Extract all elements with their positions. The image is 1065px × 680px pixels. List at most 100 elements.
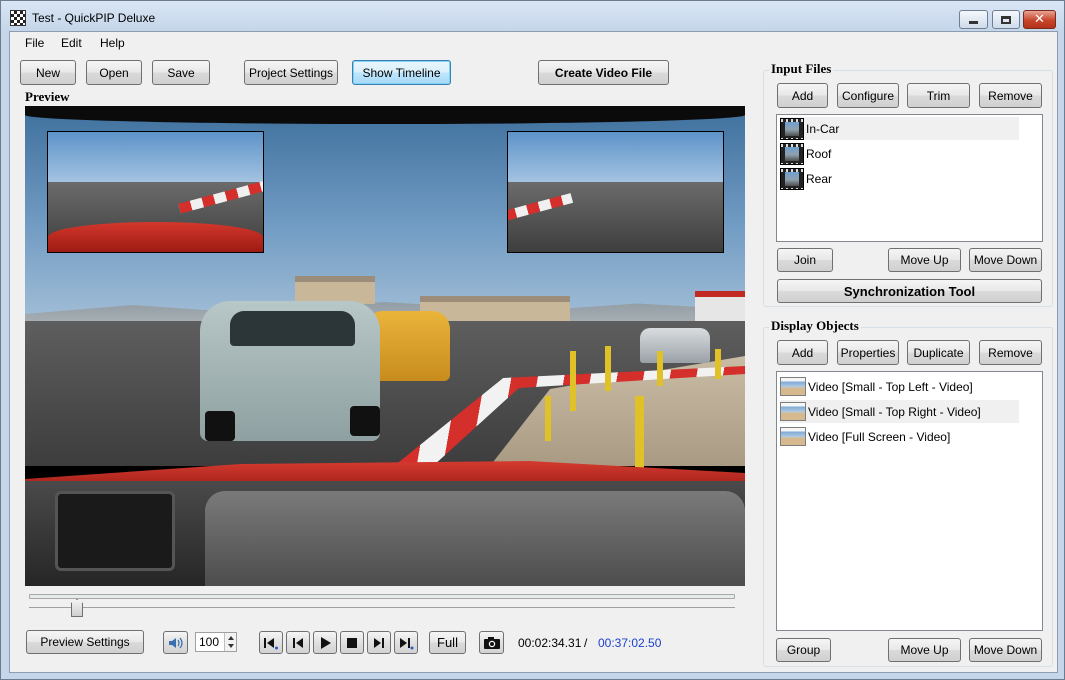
total-time: 00:37:02.50 (598, 636, 662, 650)
play-button[interactable] (313, 631, 337, 654)
display-objects-title: Display Objects (769, 318, 861, 334)
list-item[interactable]: Roof (780, 142, 1019, 165)
stepper-down-icon[interactable] (228, 644, 234, 648)
pip-hood (48, 222, 263, 252)
full-screen-button[interactable]: Full (429, 631, 466, 654)
preview-roof-edge (25, 106, 745, 124)
volume-value: 100 (199, 635, 220, 649)
menu-file[interactable]: File (22, 36, 47, 50)
maximize-button[interactable] (992, 10, 1020, 29)
play-icon (321, 636, 331, 649)
preview-gauge (55, 491, 175, 571)
window-title: Test - QuickPIP Deluxe (32, 11, 156, 25)
display-add-button[interactable]: Add (777, 340, 828, 365)
display-object-label: Video [Small - Top Right - Video] (808, 404, 981, 419)
step-forward-button[interactable] (367, 631, 391, 654)
snapshot-button[interactable] (479, 631, 504, 654)
minimize-icon (969, 21, 978, 24)
menu-help[interactable]: Help (97, 36, 128, 50)
synchronization-tool-button[interactable]: Synchronization Tool (777, 279, 1042, 303)
menu-edit[interactable]: Edit (58, 36, 85, 50)
input-move-down-button[interactable]: Move Down (969, 248, 1042, 272)
list-item[interactable]: Video [Small - Top Right - Video] (780, 400, 1019, 423)
app-logo-icon (10, 10, 26, 26)
time-separator: / (584, 636, 588, 650)
speaker-icon (168, 637, 183, 648)
timeline-slider-base (29, 607, 735, 608)
video-layout-icon (780, 427, 806, 446)
timeline-slider-thumb[interactable] (71, 599, 83, 617)
preview-pole (545, 396, 551, 441)
pip-top-left[interactable] (47, 131, 264, 253)
preview-settings-button[interactable]: Preview Settings (26, 630, 144, 654)
input-configure-button[interactable]: Configure (837, 83, 899, 108)
display-object-label: Video [Full Screen - Video] (808, 429, 951, 444)
create-video-file-button[interactable]: Create Video File (538, 60, 669, 85)
display-duplicate-button[interactable]: Duplicate (907, 340, 970, 365)
volume-stepper-arrows[interactable] (224, 633, 236, 651)
group-button[interactable]: Group (776, 638, 831, 662)
open-button[interactable]: Open (86, 60, 142, 85)
minimize-button[interactable] (959, 10, 988, 29)
title-bar[interactable]: Test - QuickPIP Deluxe ✕ (1, 1, 1064, 33)
input-move-up-button[interactable]: Move Up (888, 248, 961, 272)
go-to-start-button[interactable] (259, 631, 283, 654)
menu-bar: File Edit Help (10, 32, 1057, 54)
preview-pole (570, 351, 576, 411)
show-timeline-button[interactable]: Show Timeline (352, 60, 451, 85)
display-objects-list[interactable]: Video [Small - Top Left - Video] Video [… (776, 371, 1043, 631)
display-properties-button[interactable]: Properties (837, 340, 899, 365)
input-trim-button[interactable]: Trim (907, 83, 970, 108)
video-layout-icon (780, 377, 806, 396)
list-item[interactable]: In-Car (780, 117, 1019, 140)
preview-pole (715, 349, 721, 379)
list-item[interactable]: Rear (780, 167, 1019, 190)
list-item[interactable]: Video [Full Screen - Video] (780, 425, 1019, 448)
input-remove-button[interactable]: Remove (979, 83, 1042, 108)
frame-back-icon (293, 637, 303, 648)
preview-car-wheel (205, 411, 235, 441)
save-button[interactable]: Save (152, 60, 210, 85)
pip-track (508, 182, 723, 252)
display-move-up-button[interactable]: Move Up (888, 638, 961, 662)
film-icon (780, 142, 804, 165)
join-button[interactable]: Join (777, 248, 833, 272)
display-move-down-button[interactable]: Move Down (969, 638, 1042, 662)
app-window: Test - QuickPIP Deluxe ✕ File Edit Help … (0, 0, 1065, 680)
preview-dash-cover (205, 491, 745, 586)
stop-icon (347, 637, 357, 648)
list-item[interactable]: Video [Small - Top Left - Video] (780, 375, 1019, 398)
new-button[interactable]: New (20, 60, 76, 85)
display-object-label: Video [Small - Top Left - Video] (808, 379, 973, 394)
pip-top-right[interactable] (507, 131, 724, 253)
volume-button[interactable] (163, 631, 188, 654)
preview-building (295, 276, 375, 304)
timeline-slider-track[interactable] (29, 594, 735, 599)
close-button[interactable]: ✕ (1023, 10, 1056, 29)
input-add-button[interactable]: Add (777, 83, 828, 108)
close-icon: ✕ (1034, 12, 1045, 27)
pip-sky (48, 132, 263, 186)
preview-pole (657, 351, 663, 386)
main-client-area: File Edit Help New Open Save Project Set… (9, 31, 1058, 673)
preview-pole (605, 346, 611, 391)
project-settings-button[interactable]: Project Settings (244, 60, 338, 85)
current-time: 00:02:34.31 (518, 636, 582, 650)
stepper-up-icon[interactable] (228, 636, 234, 640)
volume-stepper[interactable]: 100 (195, 632, 237, 652)
video-layout-icon (780, 402, 806, 421)
display-remove-button[interactable]: Remove (979, 340, 1042, 365)
input-files-list[interactable]: In-Car Roof Rear (776, 114, 1043, 242)
input-file-label: In-Car (806, 121, 840, 136)
step-back-button[interactable] (286, 631, 310, 654)
go-to-end-button[interactable] (394, 631, 418, 654)
video-preview[interactable] (25, 106, 745, 586)
pip-sky (508, 132, 723, 186)
skip-back-icon (264, 637, 278, 649)
film-icon (780, 167, 804, 190)
film-icon (780, 117, 804, 140)
input-file-label: Rear (806, 171, 833, 186)
input-file-label: Roof (806, 146, 832, 161)
preview-car-window (230, 311, 355, 346)
stop-button[interactable] (340, 631, 364, 654)
